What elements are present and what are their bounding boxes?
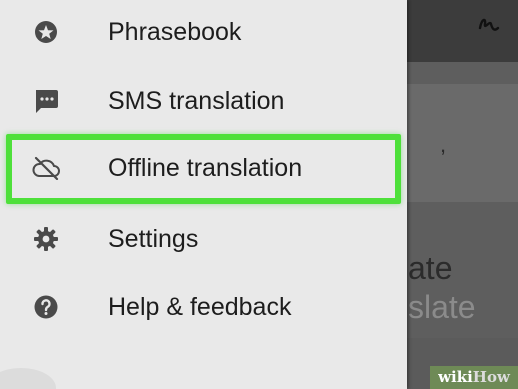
background-mark: , (440, 132, 447, 157)
wikihow-watermark: wikiHow (430, 366, 518, 389)
message-icon (36, 90, 58, 113)
star-icon (35, 21, 57, 43)
drawer-item-label: Settings (108, 225, 199, 253)
screen: , ate slate Phrasebook SMS translation O… (0, 0, 518, 389)
background-text-line-2: slate (408, 289, 476, 325)
handwriting-icon[interactable] (476, 12, 502, 38)
drawer-item-settings[interactable]: Settings (0, 205, 407, 273)
drawer-item-phrasebook[interactable]: Phrasebook (0, 0, 407, 66)
drawer-item-help-feedback[interactable]: Help & feedback (0, 273, 407, 341)
navigation-drawer: Phrasebook SMS translation Offline trans… (0, 0, 407, 389)
highlight-box (6, 134, 401, 204)
background-text-line-1: ate (408, 250, 453, 286)
drawer-item-sms-translation[interactable]: SMS translation (0, 67, 407, 135)
drawer-item-label: SMS translation (108, 87, 285, 115)
watermark-prefix: wiki (438, 368, 473, 386)
watermark-suffix: How (472, 368, 510, 386)
drawer-item-label: Phrasebook (108, 18, 242, 46)
help-icon (34, 295, 58, 319)
drawer-item-label: Help & feedback (108, 293, 292, 321)
gear-icon (34, 227, 58, 251)
background-card (400, 84, 518, 202)
